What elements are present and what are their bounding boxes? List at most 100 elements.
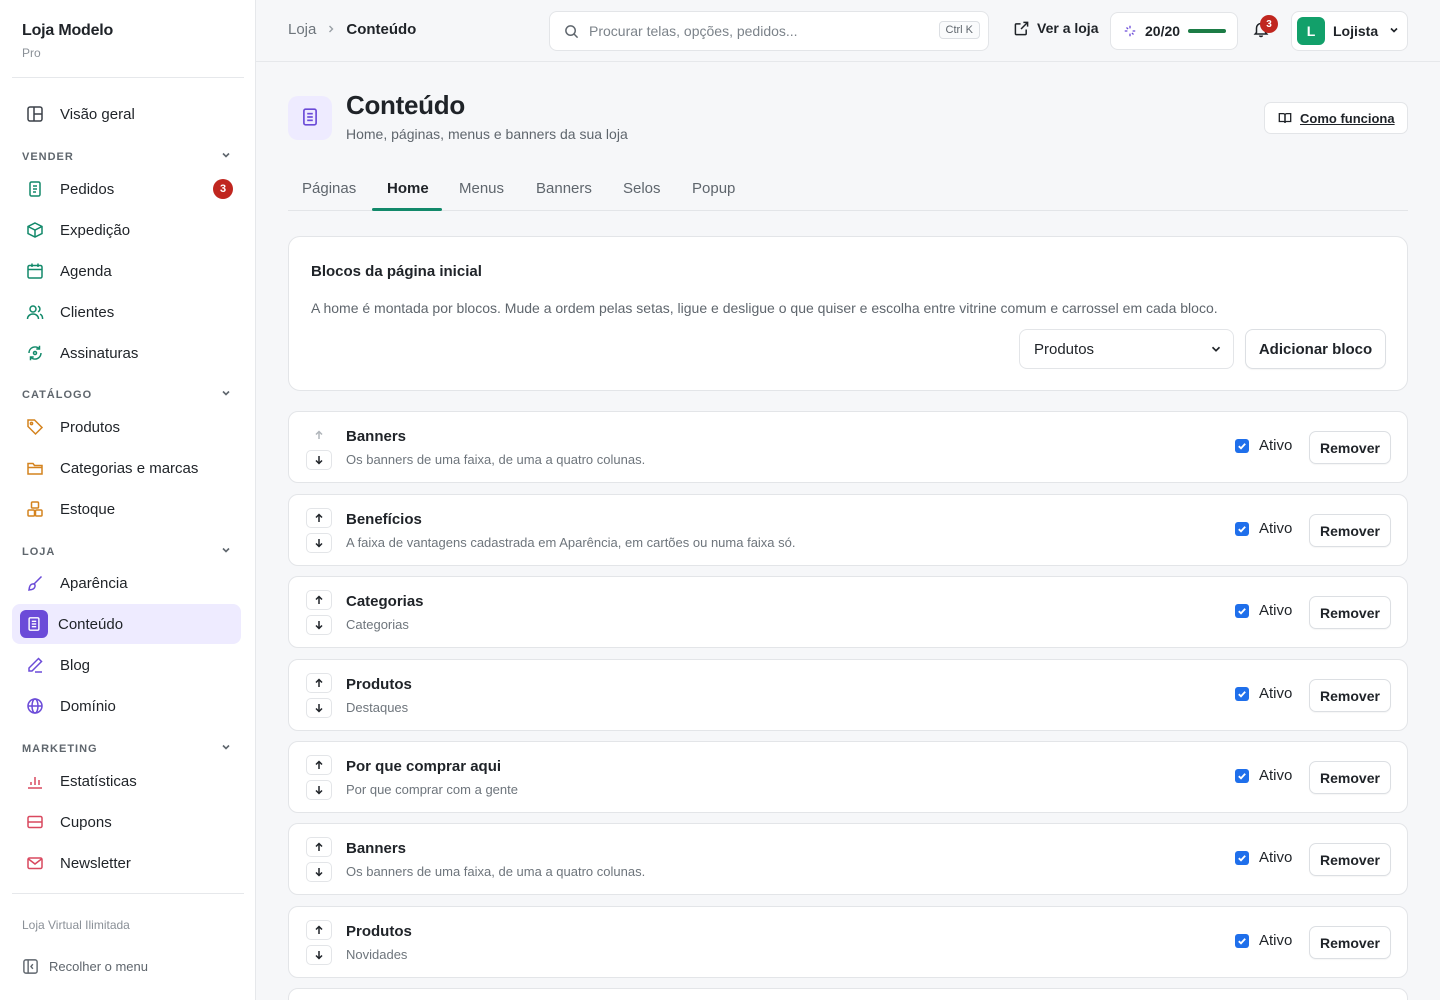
checkbox-checked[interactable] (1235, 850, 1249, 865)
search-box[interactable]: Ctrl K (549, 11, 989, 51)
sidebar-item-cupons[interactable]: Cupons (12, 802, 241, 842)
block-item: Banners Os banners de uma faixa, de uma … (288, 823, 1408, 895)
tab-popup[interactable]: Popup (692, 180, 735, 211)
usage-quota[interactable]: 20/20 (1110, 12, 1238, 50)
checkbox-checked[interactable] (1235, 933, 1249, 948)
how-it-works-button[interactable]: Como funciona (1264, 102, 1408, 134)
sidebar-item-blog[interactable]: Blog (12, 645, 241, 685)
sidebar-item-agenda[interactable]: Agenda (12, 251, 241, 291)
user-name: Lojista (1333, 23, 1379, 39)
checkbox-checked[interactable] (1235, 603, 1249, 618)
book-icon (1278, 111, 1292, 125)
block-active-toggle[interactable]: Ativo (1235, 767, 1292, 784)
block-active-toggle[interactable]: Ativo (1235, 849, 1292, 866)
sidebar-item-expedicao[interactable]: Expedição (12, 210, 241, 250)
page-subtitle: Home, páginas, menus e banners da sua lo… (346, 126, 628, 142)
chevron-down-icon (1209, 342, 1223, 356)
folder-icon (24, 457, 46, 479)
add-block-button[interactable]: Adicionar bloco (1245, 329, 1386, 369)
sidebar-item-categorias[interactable]: Categorias e marcas (12, 448, 241, 488)
checkbox-checked[interactable] (1235, 438, 1249, 453)
sidebar-item-estatisticas[interactable]: Estatísticas (12, 761, 241, 801)
remove-block-button[interactable]: Remover (1309, 514, 1391, 547)
sidebar-item-label: Estatísticas (60, 772, 137, 790)
section-vender[interactable]: VENDER (22, 149, 232, 164)
move-up-button[interactable] (306, 755, 332, 775)
user-menu[interactable]: L Lojista (1291, 11, 1408, 51)
move-up-button[interactable] (306, 837, 332, 857)
boxes-icon (24, 498, 46, 520)
remove-block-button[interactable]: Remover (1309, 596, 1391, 629)
block-active-toggle[interactable]: Ativo (1235, 602, 1292, 619)
sidebar-item-assinaturas[interactable]: Assinaturas (12, 333, 241, 373)
block-title: Banners (346, 428, 407, 445)
sidebar-item-aparencia[interactable]: Aparência (12, 563, 241, 603)
checkbox-checked[interactable] (1235, 521, 1249, 536)
tab-banners[interactable]: Banners (536, 180, 592, 211)
active-tab-indicator (372, 208, 442, 211)
remove-block-button[interactable]: Remover (1309, 926, 1391, 959)
brush-icon (24, 572, 46, 594)
sidebar-item-label: Assinaturas (60, 344, 139, 362)
page-title: Conteúdo (346, 90, 465, 120)
block-active-toggle[interactable]: Ativo (1235, 685, 1292, 702)
bar-chart-icon (24, 770, 46, 792)
block-title: Categorias (346, 593, 424, 610)
move-down-button[interactable] (306, 780, 332, 800)
move-down-button[interactable] (306, 862, 332, 882)
external-link-icon (1014, 21, 1029, 36)
tab-menus[interactable]: Menus (459, 180, 504, 211)
move-down-button[interactable] (306, 533, 332, 553)
move-up-button[interactable] (306, 920, 332, 940)
block-type-select[interactable]: Produtos (1019, 329, 1234, 369)
move-down-button[interactable] (306, 615, 332, 635)
remove-block-button[interactable]: Remover (1309, 843, 1391, 876)
collapse-menu-button[interactable]: Recolher o menu (22, 958, 148, 975)
arrow-up-icon (314, 592, 324, 608)
sidebar-item-dominio[interactable]: Domínio (12, 686, 241, 726)
checkbox-checked[interactable] (1235, 768, 1249, 783)
section-catalogo[interactable]: CATÁLOGO (22, 387, 232, 402)
block-item: Benefícios A faixa de vantagens cadastra… (288, 494, 1408, 566)
block-active-toggle[interactable]: Ativo (1235, 520, 1292, 537)
tag-icon (24, 416, 46, 438)
breadcrumb-item-current: Conteúdo (346, 21, 417, 38)
move-up-button[interactable] (306, 673, 332, 693)
remove-block-button[interactable]: Remover (1309, 761, 1391, 794)
sidebar-item-clientes[interactable]: Clientes (12, 292, 241, 332)
tab-home[interactable]: Home (387, 180, 429, 211)
tab-selos[interactable]: Selos (623, 180, 661, 211)
move-down-button[interactable] (306, 698, 332, 718)
block-active-toggle[interactable]: Ativo (1235, 932, 1292, 949)
tab-paginas[interactable]: Páginas (302, 180, 356, 211)
remove-block-button[interactable]: Remover (1309, 431, 1391, 464)
remove-block-button[interactable]: Remover (1309, 679, 1391, 712)
block-description: Categorias (346, 617, 409, 632)
sidebar-item-estoque[interactable]: Estoque (12, 489, 241, 529)
move-down-button[interactable] (306, 945, 332, 965)
section-loja[interactable]: LOJA (22, 544, 232, 559)
avatar: L (1297, 17, 1325, 45)
move-up-button[interactable] (306, 590, 332, 610)
sidebar-item-newsletter[interactable]: Newsletter (12, 843, 241, 883)
move-down-button[interactable] (306, 450, 332, 470)
view-store-link[interactable]: Ver a loja (1014, 20, 1098, 36)
search-input[interactable] (589, 23, 929, 39)
checkbox-checked[interactable] (1235, 686, 1249, 701)
page-icon (288, 96, 332, 140)
content-tabs: Páginas Home Menus Banners Selos Popup (288, 168, 1408, 211)
card-description: A home é montada por blocos. Mude a orde… (311, 300, 1218, 316)
sidebar-item-produtos[interactable]: Produtos (12, 407, 241, 447)
move-up-button[interactable] (306, 425, 332, 445)
sidebar-item-overview[interactable]: Visão geral (12, 94, 241, 134)
move-up-button[interactable] (306, 508, 332, 528)
arrow-down-icon (314, 617, 324, 633)
sidebar-item-pedidos[interactable]: Pedidos 3 (12, 169, 241, 209)
sidebar-item-conteudo[interactable]: Conteúdo (12, 604, 241, 644)
brand[interactable]: Loja Modelo Pro (22, 22, 113, 60)
section-marketing[interactable]: MARKETING (22, 741, 232, 756)
sidebar: Loja Modelo Pro Visão geral VENDER Pedid… (0, 0, 256, 1000)
block-active-toggle[interactable]: Ativo (1235, 437, 1292, 454)
block-title: Por que comprar aqui (346, 758, 502, 775)
breadcrumb-item-loja[interactable]: Loja (288, 21, 316, 38)
